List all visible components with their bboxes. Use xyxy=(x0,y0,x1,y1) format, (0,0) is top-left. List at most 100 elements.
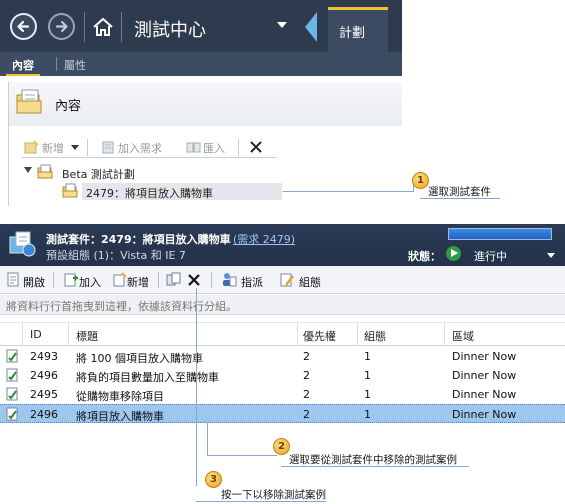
cell-area: Dinner Now xyxy=(452,408,517,421)
test-case-icon xyxy=(6,368,18,382)
callout-leader-line xyxy=(283,191,413,192)
table-row[interactable]: 2493 將 100 個項目放入購物車 2 1 Dinner Now xyxy=(0,347,565,366)
cell-id: 2496 xyxy=(30,408,58,421)
sub-tab-bar xyxy=(0,52,402,76)
suite-title: 測試套件：2479：將項目放入購物車 xyxy=(46,233,231,246)
column-header-title[interactable]: 標題 xyxy=(76,328,98,344)
add-icon xyxy=(64,273,78,287)
test-case-icon xyxy=(6,407,18,421)
new-icon xyxy=(113,272,127,287)
cell-area: Dinner Now xyxy=(452,388,517,401)
configuration-icon xyxy=(280,273,294,287)
forward-arrow-icon xyxy=(55,20,68,33)
tree-item-test-suite[interactable]: 2479：將項目放入購物車 xyxy=(86,185,213,201)
toolbar-divider xyxy=(238,139,239,156)
home-icon[interactable] xyxy=(92,16,114,38)
callout-underline xyxy=(420,198,500,199)
tree-item-test-plan[interactable]: Beta 測試計劃 xyxy=(62,166,135,182)
cell-title: 將負的項目數量加入至購物車 xyxy=(76,371,219,384)
column-header-configuration[interactable]: 組態 xyxy=(364,328,386,344)
cell-priority: 2 xyxy=(303,369,310,382)
back-button[interactable] xyxy=(10,13,37,40)
cell-priority: 2 xyxy=(303,350,310,363)
toolbar-divider xyxy=(158,272,159,288)
back-arrow-icon xyxy=(17,20,30,33)
column-header-area[interactable]: 區域 xyxy=(452,328,474,344)
forward-button[interactable] xyxy=(48,13,75,40)
callout-underline xyxy=(196,501,326,502)
panel-title: 內容 xyxy=(55,99,82,114)
chevron-down-icon[interactable] xyxy=(71,145,79,150)
activity-arrow-icon xyxy=(305,12,317,42)
cell-configuration: 1 xyxy=(364,408,371,421)
cell-configuration: 1 xyxy=(364,369,371,382)
new-button[interactable]: 新增 xyxy=(42,140,64,156)
add-button[interactable]: 加入 xyxy=(79,274,101,290)
cell-priority: 2 xyxy=(303,408,310,421)
progress-bar xyxy=(448,228,552,240)
cell-id: 2493 xyxy=(30,350,58,363)
open-icon xyxy=(7,272,19,287)
new-test-case-button[interactable]: 新增 xyxy=(127,274,149,290)
cell-title: 將項目放入購物車 xyxy=(76,410,164,423)
contents-folder-icon xyxy=(16,89,42,114)
cell-priority: 2 xyxy=(303,388,310,401)
test-case-icon xyxy=(6,349,18,363)
cell-configuration: 1 xyxy=(364,350,371,363)
suite-configuration: 預設組態 (1)：Vista 和 IE 7 xyxy=(46,249,186,262)
test-plan-icon xyxy=(37,164,53,179)
column-divider xyxy=(68,323,69,345)
import-icon xyxy=(186,142,201,153)
callout-badge-1: 1 xyxy=(412,172,429,189)
cell-area: Dinner Now xyxy=(452,369,517,382)
add-requirement-icon xyxy=(102,141,114,154)
callout-leader-line xyxy=(207,455,277,456)
chevron-down-icon[interactable] xyxy=(277,22,287,28)
page-title: 測試中心 xyxy=(134,20,206,41)
callout-badge-2: 2 xyxy=(273,438,290,455)
configuration-button[interactable]: 組態 xyxy=(299,274,321,290)
chevron-down-icon[interactable] xyxy=(547,253,555,258)
open-button[interactable]: 開啟 xyxy=(23,274,45,290)
import-button[interactable]: 匯入 xyxy=(203,140,225,156)
callout-underline xyxy=(281,466,469,467)
callout-text-1: 選取測試套件 xyxy=(428,186,491,198)
toolbar-divider xyxy=(211,272,212,288)
table-row-selected[interactable]: 2496 將項目放入購物車 2 1 Dinner Now xyxy=(0,404,565,423)
new-suite-icon xyxy=(24,140,39,154)
nav-separator xyxy=(121,12,122,42)
test-suite-icon xyxy=(62,183,78,198)
cell-area: Dinner Now xyxy=(452,350,517,363)
tree-expand-icon[interactable] xyxy=(24,167,32,173)
cell-title: 從購物車移除項目 xyxy=(76,390,164,403)
test-suite-header-icon xyxy=(9,231,36,257)
assign-button[interactable]: 指派 xyxy=(241,274,263,290)
callout-leader-line xyxy=(207,423,208,455)
column-header-priority[interactable]: 優先權 xyxy=(303,328,336,344)
copy-icon[interactable] xyxy=(166,272,182,287)
table-row[interactable]: 2496 將負的項目數量加入至購物車 2 1 Dinner Now xyxy=(0,366,565,385)
column-header-id[interactable]: ID xyxy=(30,328,42,341)
status-label: 狀態： xyxy=(408,250,441,263)
add-requirement-button[interactable]: 加入需求 xyxy=(118,140,162,156)
in-progress-icon xyxy=(446,246,461,261)
cell-id: 2495 xyxy=(30,388,58,401)
test-case-icon xyxy=(6,387,18,401)
cell-id: 2496 xyxy=(30,369,58,382)
requirement-link[interactable]: (需求 2479) xyxy=(233,231,295,247)
nav-separator xyxy=(84,12,85,42)
table-row[interactable]: 2495 從購物車移除項目 2 1 Dinner Now xyxy=(0,385,565,404)
tab-divider xyxy=(56,57,57,71)
tab-contents[interactable]: 內容 xyxy=(6,52,40,76)
status-select[interactable]: 進行中 xyxy=(474,248,507,264)
assign-icon xyxy=(223,273,237,287)
tab-properties[interactable]: 屬性 xyxy=(64,52,86,76)
toolbar-divider xyxy=(87,139,88,156)
cell-configuration: 1 xyxy=(364,388,371,401)
column-divider xyxy=(357,323,358,345)
callout-leader-line xyxy=(196,288,197,486)
delete-icon[interactable] xyxy=(249,140,263,154)
group-by-hint: 將資料行行首拖曳到這裡，依據該資料行分組。 xyxy=(6,300,237,313)
remove-icon[interactable] xyxy=(187,273,201,287)
tab-plan-label: 計劃 xyxy=(339,26,366,41)
